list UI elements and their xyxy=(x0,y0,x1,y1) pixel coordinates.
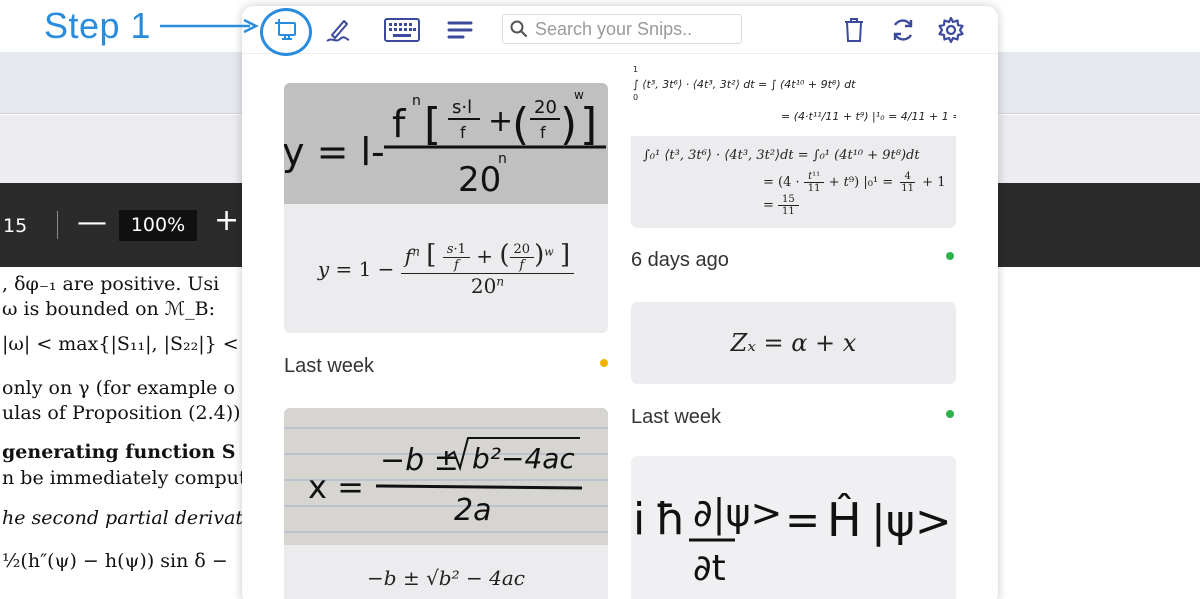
status-dot xyxy=(946,252,954,260)
svg-text:s·l: s·l xyxy=(452,97,472,118)
snip-toolbar xyxy=(242,6,998,56)
pdf-line: n be immediately comput xyxy=(2,467,247,489)
snip-handwritten-image: ∫ ⟨t³, 3t⁶⟩ · ⟨4t³, 3t²⟩ dt = ∫ (4t¹⁰ + … xyxy=(631,62,956,136)
refresh-icon xyxy=(893,19,913,41)
status-dot xyxy=(600,359,608,367)
snip-time: Last week xyxy=(631,406,722,428)
snip-card[interactable]: ∫ ⟨t³, 3t⁶⟩ · ⟨4t³, 3t²⟩ dt = ∫ (4t¹⁰ + … xyxy=(631,62,956,228)
svg-text:1: 1 xyxy=(633,65,638,74)
snip-screenshot-image: y = l- f n [ s·l f + ( 20 f ) w ] 20 n xyxy=(284,83,608,204)
pen-scribble-icon xyxy=(326,20,350,42)
pdf-line: generating function S xyxy=(2,441,236,463)
snip-time: Last week xyxy=(284,355,375,377)
settings-button[interactable] xyxy=(933,12,969,48)
svg-text:b²−4ac: b²−4ac xyxy=(472,442,575,475)
svg-text:Ĥ: Ĥ xyxy=(827,493,862,547)
sync-button[interactable] xyxy=(885,12,921,48)
keyboard-button[interactable] xyxy=(382,12,422,48)
draw-button[interactable] xyxy=(320,12,356,48)
snip-time: 6 days ago xyxy=(631,249,729,271)
pdf-zoom-level[interactable]: 100% xyxy=(119,210,197,241)
svg-text:20: 20 xyxy=(458,160,501,200)
svg-text:0: 0 xyxy=(633,93,638,102)
delete-button[interactable] xyxy=(836,12,872,48)
svg-text:f: f xyxy=(540,123,546,142)
pdf-line: ½(h″(ψ) − h(ψ)) sin δ − xyxy=(2,550,228,572)
screen: 15 — 100% + , δφ₋₁ are positive. Usi ω i… xyxy=(0,0,1200,599)
svg-text:f: f xyxy=(392,102,407,146)
svg-text:= (4·t¹¹/11 + t⁹) |¹₀ = 4/11 +: = (4·t¹¹/11 + t⁹) |¹₀ = 4/11 + 1 = 15/11 xyxy=(781,110,956,123)
svg-text:ħ: ħ xyxy=(655,494,686,545)
svg-text:∫ ⟨t³, 3t⁶⟩ · ⟨4t³, 3t²⟩ dt =: ∫ ⟨t³, 3t⁶⟩ · ⟨4t³, 3t²⟩ dt = ∫ (4t¹⁰ + … xyxy=(633,78,856,91)
svg-text:): ) xyxy=(560,99,577,150)
svg-text:∂t: ∂t xyxy=(693,548,726,589)
pdf-line: only on γ (for example o xyxy=(2,377,235,399)
crop-monitor-icon xyxy=(275,19,296,40)
svg-text:x =: x = xyxy=(308,468,364,506)
step-label: Step 1 xyxy=(44,5,152,46)
formula-text: −b ± √b² − 4ac xyxy=(367,566,525,590)
svg-text:=: = xyxy=(785,495,820,544)
snip-panel: y = l- f n [ s·l f + ( 20 f ) w ] 20 xyxy=(242,6,998,599)
svg-text:i: i xyxy=(633,494,645,545)
snip-rendered-formula: Zₓ = α + x xyxy=(730,329,857,357)
pdf-line: he second partial derivati xyxy=(2,507,250,529)
pdf-zoom-out-button[interactable]: — xyxy=(77,208,107,238)
svg-text:]: ] xyxy=(580,99,597,150)
svg-text:∂|ψ>: ∂|ψ> xyxy=(693,491,782,536)
pdf-toolbar-divider xyxy=(57,211,58,239)
status-dot xyxy=(946,410,954,418)
trash-icon xyxy=(845,18,863,42)
pdf-line: ω is bounded on ℳ_B: xyxy=(2,298,215,320)
keyboard-icon xyxy=(384,18,420,42)
pdf-page-number: 15 xyxy=(3,215,28,237)
screenshot-crop-button[interactable] xyxy=(268,12,304,48)
snip-card[interactable]: y = l- f n [ s·l f + ( 20 f ) w ] 20 n y… xyxy=(284,83,608,333)
snip-rendered-formula: y = 1 − fn [ s·1 f + (20 f)w ] 20n xyxy=(284,204,608,333)
step-arrow-icon xyxy=(160,18,259,34)
svg-text:[: [ xyxy=(424,99,441,150)
pdf-line: |ω| < max{|S₁₁|, |S₂₂|} < xyxy=(2,333,239,355)
list-view-button[interactable] xyxy=(442,12,478,48)
snip-handwritten-image: i ħ ∂|ψ> ∂t = Ĥ |ψ> xyxy=(631,456,956,599)
search-input[interactable] xyxy=(535,17,735,41)
svg-text:−b ±: −b ± xyxy=(380,443,459,478)
svg-text:n: n xyxy=(498,151,507,167)
pdf-zoom-in-button[interactable]: + xyxy=(214,206,239,236)
svg-text:2a: 2a xyxy=(454,493,491,528)
snip-rendered-formula: ∫₀¹ ⟨t³, 3t⁶⟩ · ⟨4t³, 3t²⟩dt = ∫₀¹ (4t¹⁰… xyxy=(631,136,956,228)
search-icon xyxy=(510,20,528,42)
svg-text:f: f xyxy=(460,123,466,142)
svg-text:n: n xyxy=(412,93,421,109)
snip-card[interactable]: x = −b ± b²−4ac 2a −b ± √b² − 4ac xyxy=(284,408,608,599)
svg-text:|ψ>: |ψ> xyxy=(871,496,952,547)
search-box[interactable] xyxy=(502,14,742,44)
pdf-line: ulas of Proposition (2.4)). xyxy=(2,402,247,424)
pdf-line: , δφ₋₁ are positive. Usi xyxy=(2,273,220,295)
gear-icon xyxy=(938,16,964,44)
svg-text:(: ( xyxy=(512,99,529,150)
svg-text:+: + xyxy=(488,104,513,139)
snip-card[interactable]: Zₓ = α + x xyxy=(631,302,956,384)
snip-card[interactable]: i ħ ∂|ψ> ∂t = Ĥ |ψ> xyxy=(631,456,956,599)
svg-text:20: 20 xyxy=(534,97,557,118)
pdf-page-content: , δφ₋₁ are positive. Usi ω is bounded on… xyxy=(0,267,260,599)
svg-text:y = l-: y = l- xyxy=(284,130,385,174)
snip-handwritten-image: x = −b ± b²−4ac 2a xyxy=(284,408,608,545)
snip-rendered-formula: −b ± √b² − 4ac xyxy=(284,566,608,599)
lines-icon xyxy=(447,21,473,39)
